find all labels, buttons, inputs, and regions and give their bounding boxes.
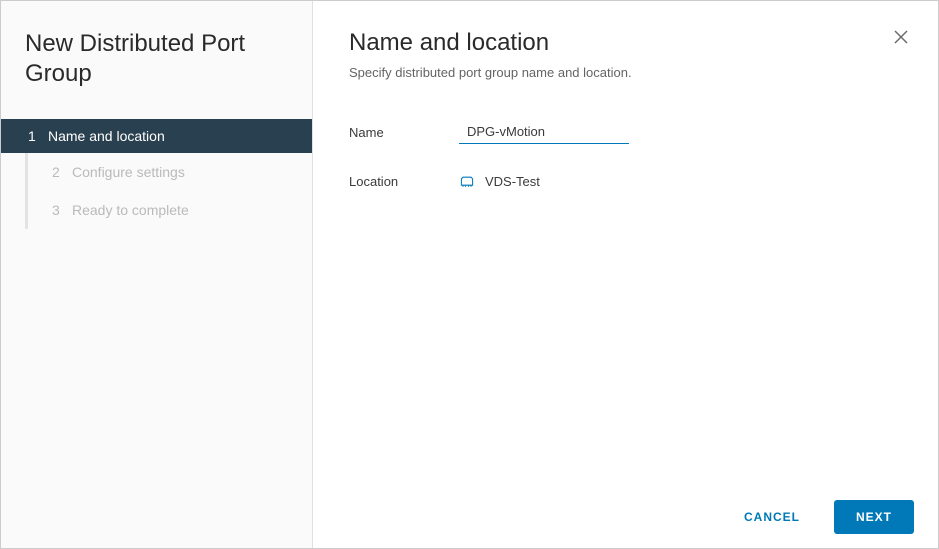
location-text: VDS-Test bbox=[485, 174, 540, 189]
panel-subtitle: Specify distributed port group name and … bbox=[349, 65, 902, 80]
step-label: Ready to complete bbox=[72, 202, 189, 218]
step-label: Name and location bbox=[48, 128, 165, 144]
wizard-steps: 1 Name and location 2 Configure settings… bbox=[1, 109, 312, 229]
name-input[interactable] bbox=[459, 120, 629, 144]
step-name-and-location[interactable]: 1 Name and location bbox=[1, 119, 312, 153]
panel-title: Name and location bbox=[349, 29, 902, 57]
wizard-footer: CANCEL NEXT bbox=[313, 486, 938, 548]
step-number: 2 bbox=[52, 164, 72, 180]
location-value: VDS-Test bbox=[459, 174, 540, 189]
location-label: Location bbox=[349, 174, 459, 189]
next-button[interactable]: NEXT bbox=[834, 500, 914, 534]
name-row: Name bbox=[349, 120, 902, 144]
wizard-sidebar: New Distributed Port Group 1 Name and lo… bbox=[1, 1, 313, 548]
wizard-dialog: New Distributed Port Group 1 Name and lo… bbox=[0, 0, 939, 549]
step-ready-to-complete: 3 Ready to complete bbox=[25, 191, 312, 229]
distributed-switch-icon bbox=[459, 176, 475, 188]
step-label: Configure settings bbox=[72, 164, 185, 180]
cancel-button[interactable]: CANCEL bbox=[722, 500, 822, 534]
close-button[interactable] bbox=[892, 29, 910, 47]
wizard-main-panel: Name and location Specify distributed po… bbox=[313, 1, 938, 548]
location-row: Location VDS-Test bbox=[349, 174, 902, 189]
close-icon bbox=[893, 29, 909, 45]
step-number: 3 bbox=[52, 202, 72, 218]
wizard-title: New Distributed Port Group bbox=[1, 29, 312, 109]
step-number: 1 bbox=[28, 128, 48, 144]
name-label: Name bbox=[349, 125, 459, 140]
step-configure-settings: 2 Configure settings bbox=[25, 153, 312, 191]
